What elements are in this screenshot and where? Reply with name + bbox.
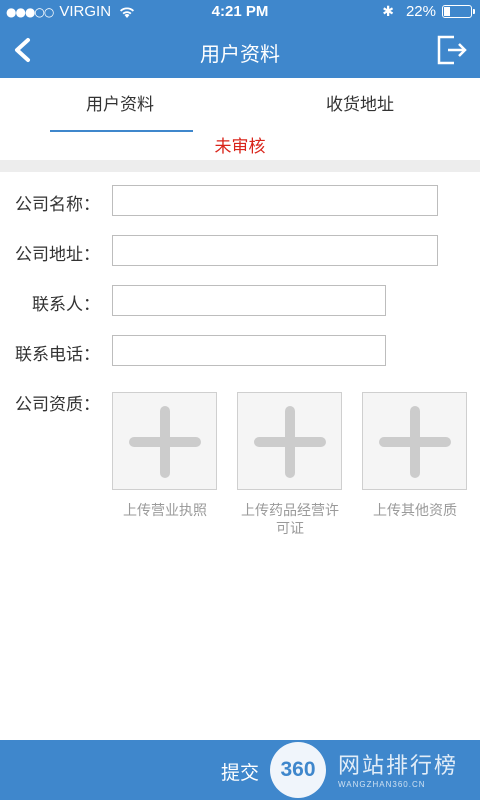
status-bar: ●●●○○ VIRGIN 4:21 PM ✱ 22%: [0, 0, 480, 24]
bluetooth-icon: ✱: [382, 3, 394, 19]
company-name-input[interactable]: [112, 185, 438, 216]
submit-button[interactable]: 提交 360 网站排行榜 WANGZHAN360.CN: [0, 740, 480, 800]
upload-business-license-caption: 上传营业执照: [123, 503, 207, 519]
watermark-badge: 360: [270, 742, 326, 798]
upload-business-license-button[interactable]: [112, 392, 217, 490]
submit-label: 提交: [221, 762, 260, 784]
contact-phone-label: 联系电话：: [15, 345, 100, 365]
upload-other-qualification-caption: 上传其他资质: [373, 503, 457, 519]
watermark-subtext: WANGZHAN360.CN: [338, 780, 426, 789]
battery-percent: 22%: [405, 3, 436, 20]
section-divider: [0, 160, 480, 172]
nav-bar: 用户资料: [0, 24, 480, 78]
qualification-label: 公司资质：: [15, 395, 100, 415]
battery-level: [444, 7, 451, 16]
upload-drug-license-button[interactable]: [237, 392, 342, 490]
page-title: 用户资料: [200, 42, 280, 66]
review-status: 未审核: [214, 137, 266, 157]
company-name-label: 公司名称：: [15, 195, 100, 215]
exit-icon[interactable]: [436, 34, 468, 66]
tab-bar: 用户资料 收货地址: [0, 78, 480, 132]
active-tab-indicator: [50, 130, 193, 132]
tab-user-profile[interactable]: 用户资料: [0, 78, 240, 132]
upload-drug-license-caption: 上传药品经营许可证: [241, 503, 339, 537]
company-address-input[interactable]: [112, 235, 438, 266]
tab-shipping-address[interactable]: 收货地址: [240, 78, 480, 132]
watermark-text: 网站排行榜: [338, 754, 459, 779]
company-address-label: 公司地址：: [15, 245, 100, 265]
battery-icon: [442, 5, 475, 18]
contact-person-input[interactable]: [112, 285, 386, 316]
contact-person-label: 联系人：: [32, 295, 100, 315]
upload-other-qualification-button[interactable]: [362, 392, 467, 490]
contact-phone-input[interactable]: [112, 335, 386, 366]
